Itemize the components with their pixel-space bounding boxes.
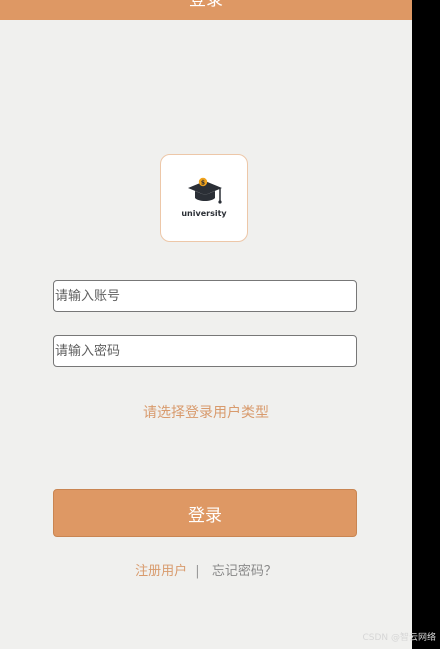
user-type-selector[interactable]: 请选择登录用户类型 bbox=[0, 402, 412, 422]
bottom-links: 注册用户 | 忘记密码？ bbox=[0, 560, 412, 579]
top-header-bar: 登录 bbox=[0, 0, 412, 20]
register-link[interactable]: 注册用户 bbox=[135, 564, 187, 579]
right-black-strip bbox=[412, 0, 440, 649]
logo-text: university bbox=[181, 209, 227, 218]
login-screen: 登录 $ university 请选择登录用户类型 登录 注册用户 | 忘记密码… bbox=[0, 0, 412, 649]
svg-text:$: $ bbox=[201, 180, 205, 187]
university-logo: $ university bbox=[160, 154, 248, 242]
graduation-cap-icon: $ bbox=[188, 177, 222, 204]
watermark: CSDN @智云网络 bbox=[362, 633, 436, 643]
link-divider: | bbox=[195, 564, 200, 579]
forgot-password-link[interactable]: 忘记密码？ bbox=[212, 564, 277, 579]
password-input[interactable] bbox=[53, 335, 357, 367]
page-title: 登录 bbox=[189, 0, 223, 10]
account-input[interactable] bbox=[53, 280, 357, 312]
login-button[interactable]: 登录 bbox=[53, 489, 357, 537]
